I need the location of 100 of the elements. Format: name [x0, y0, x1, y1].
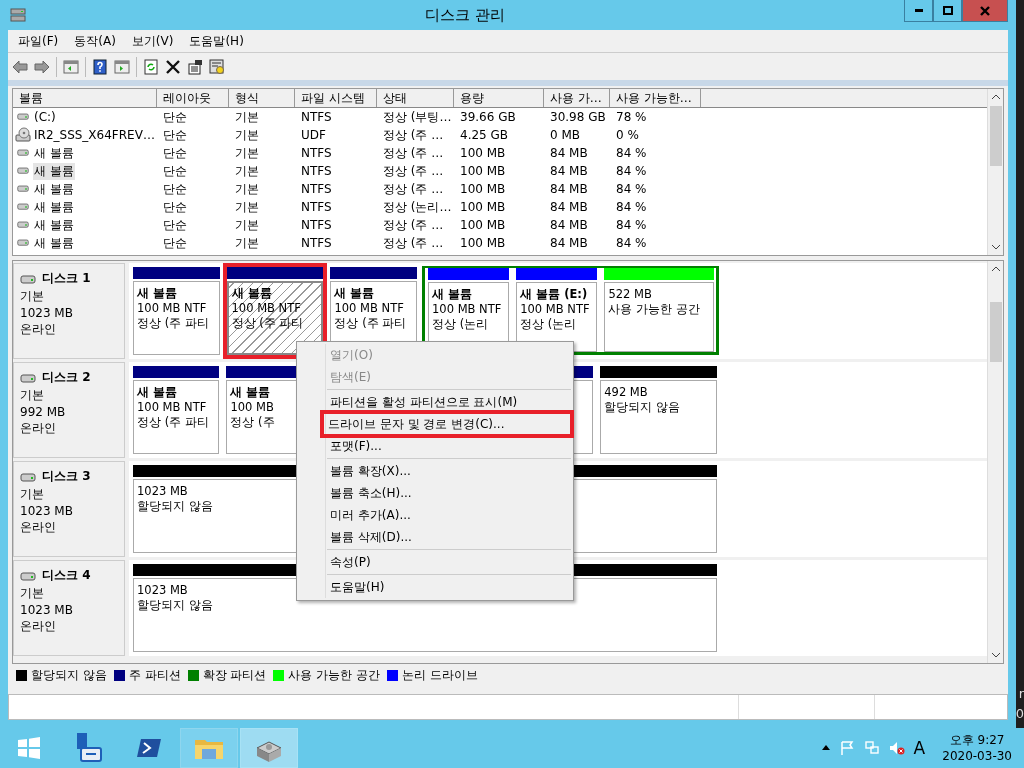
scrollbar[interactable] [987, 89, 1003, 255]
close-icon [979, 4, 991, 17]
back-arrow-icon[interactable] [12, 58, 28, 75]
volume-name[interactable]: 새 볼륨 [33, 198, 75, 216]
table-cell: 84 MB [550, 182, 588, 196]
table-cell: 84 % [616, 146, 647, 160]
table-cell: 단순 [163, 180, 187, 198]
table-cell: UDF [301, 128, 326, 142]
menu-item[interactable]: 동작(A) [68, 32, 122, 50]
disk-name: 디스크 2 [42, 369, 91, 386]
speaker-muted-icon[interactable] [888, 740, 905, 756]
scroll-down-icon[interactable] [990, 242, 1001, 252]
table-cell: 78 % [616, 110, 647, 124]
partition-text: 1023 MB [137, 583, 188, 598]
disk-info-panel[interactable]: 디스크 3 기본 1023 MB 온라인 [13, 461, 125, 557]
caret-up-icon[interactable] [821, 744, 830, 752]
scrollbar-thumb[interactable] [989, 302, 1002, 362]
drive-icon [15, 165, 31, 177]
volume-name[interactable]: (C:) [33, 110, 57, 124]
table-cell: 100 MB [460, 200, 506, 214]
context-menu-item[interactable]: 볼륨 삭제(D)... [297, 526, 573, 548]
cd-drive-icon [15, 127, 31, 143]
table-cell: 기본 [235, 198, 259, 216]
context-menu-item[interactable]: 파티션을 활성 파티션으로 표시(M) [297, 391, 573, 413]
table-cell: 기본 [235, 216, 259, 234]
disk-info-panel[interactable]: 디스크 1 기본 1023 MB 온라인 [13, 263, 125, 359]
menu-item[interactable]: 보기(V) [125, 32, 180, 50]
disk-name: 디스크 3 [42, 468, 91, 485]
table-cell: 84 % [616, 200, 647, 214]
volume-name[interactable]: IR2_SSS_X64FREV… [33, 128, 156, 142]
table-cell: 정상 (주 … [383, 162, 444, 180]
menu-item[interactable]: 파일(F) [12, 32, 65, 50]
table-cell: 정상 (주 … [383, 216, 444, 234]
volume-name[interactable]: 새 볼륨 [33, 144, 75, 162]
disk-status: 온라인 [20, 321, 57, 338]
disk-type: 기본 [20, 288, 45, 305]
scrollbar[interactable] [987, 261, 1003, 663]
disk-info-panel[interactable]: 디스크 2 기본 992 MB 온라인 [13, 362, 125, 458]
partition-text: 사용 가능한 공간 [608, 302, 700, 317]
disk-type: 기본 [20, 387, 45, 404]
legend-label: 논리 드라이브 [402, 666, 478, 684]
drive-icon [20, 569, 36, 582]
column-header[interactable]: 파일 시스템 [295, 89, 377, 107]
disk-type: 기본 [20, 585, 45, 602]
scroll-down-icon[interactable] [990, 650, 1001, 660]
column-header[interactable]: 용량 [454, 89, 544, 107]
partition-block[interactable]: 새 볼륨 100 MB NTF 정상 (주 파티 [222, 263, 328, 359]
desktop-text: r [1018, 685, 1024, 703]
table-cell: 4.25 GB [460, 128, 509, 142]
taskbar-button[interactable] [240, 728, 298, 768]
legend-label: 할당되지 않음 [31, 666, 107, 684]
disk-info-panel[interactable]: 디스크 4 기본 1023 MB 온라인 [13, 560, 125, 656]
close-button[interactable] [962, 0, 1008, 22]
window-pane-icon[interactable] [114, 58, 130, 75]
column-header[interactable]: 사용 가… [544, 89, 610, 107]
clock[interactable]: 오후 9:27 2020-03-30 [942, 732, 1012, 764]
input-indicator[interactable]: A [913, 738, 926, 758]
refresh-icon[interactable] [143, 58, 159, 75]
volume-name[interactable]: 새 볼륨 [33, 180, 75, 198]
context-menu-item[interactable]: 도움말(H) [297, 576, 573, 598]
context-menu-item[interactable]: 드라이브 문자 및 경로 변경(C)... [323, 413, 571, 435]
partition-text: 할당되지 않음 [137, 499, 213, 514]
scrollbar-thumb[interactable] [989, 106, 1002, 166]
column-header[interactable]: 사용 가능한… [610, 89, 701, 107]
table-cell: 84 % [616, 164, 647, 178]
minimize-button[interactable] [904, 0, 933, 22]
partition-text: 정상 (주 [230, 415, 275, 430]
scroll-up-icon[interactable] [990, 92, 1001, 102]
volume-name[interactable]: 새 볼륨 [33, 234, 75, 252]
table-cell: 0 MB [550, 128, 581, 142]
drive-icon [15, 111, 31, 123]
volume-name[interactable]: 새 볼륨 [33, 162, 75, 180]
partition-text: 새 볼륨 [231, 286, 272, 301]
settings-icon[interactable] [209, 58, 225, 75]
context-menu-item[interactable]: 미러 추가(A)... [297, 504, 573, 526]
partition-text: 새 볼륨 (E:) [520, 287, 588, 302]
column-header[interactable]: 형식 [229, 89, 295, 107]
scroll-up-icon[interactable] [990, 264, 1001, 274]
delete-icon[interactable] [165, 58, 181, 75]
disk-management-icon [10, 7, 26, 23]
column-header[interactable]: 볼륨 [13, 89, 157, 107]
window-pane-icon[interactable] [63, 58, 79, 75]
table-cell: 정상 (주 … [383, 234, 444, 252]
menu-item[interactable]: 도움말(H) [183, 32, 250, 50]
properties-icon[interactable] [187, 58, 203, 75]
help-icon[interactable] [92, 58, 108, 75]
table-cell: 100 MB [460, 218, 506, 232]
context-menu-item[interactable]: 볼륨 확장(X)... [297, 460, 573, 482]
table-cell: 기본 [235, 108, 259, 126]
forward-arrow-icon[interactable] [34, 58, 50, 75]
partition-text: 새 볼륨 [334, 286, 375, 301]
context-menu-item[interactable]: 볼륨 축소(H)... [297, 482, 573, 504]
column-header[interactable]: 레이아웃 [157, 89, 229, 107]
context-menu-item[interactable]: 포맷(F)... [297, 435, 573, 457]
table-cell: 단순 [163, 126, 187, 144]
volume-name[interactable]: 새 볼륨 [33, 216, 75, 234]
table-cell: NTFS [301, 164, 332, 178]
column-header[interactable]: 상태 [377, 89, 454, 107]
drive-icon [15, 201, 31, 213]
legend-label: 확장 파티션 [202, 666, 267, 684]
